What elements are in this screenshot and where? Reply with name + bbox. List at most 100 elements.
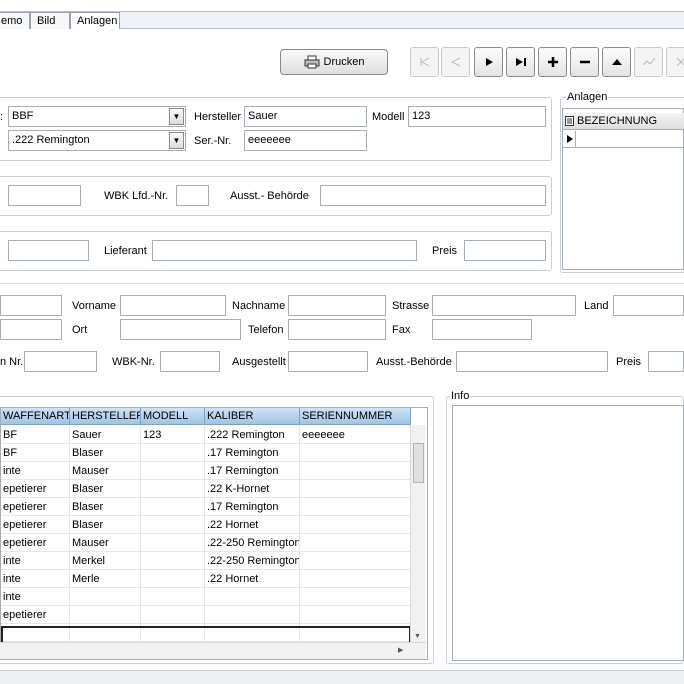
table-cell[interactable]: BF xyxy=(1,426,70,444)
table-cell[interactable] xyxy=(141,444,205,462)
col-header-weapon-type[interactable]: WAFFENART xyxy=(1,408,70,425)
table-cell[interactable]: inte xyxy=(1,462,70,480)
table-cell[interactable] xyxy=(300,480,411,498)
table-cell[interactable]: 123 xyxy=(141,426,205,444)
table-cell[interactable]: Mauser xyxy=(70,462,141,480)
table-row[interactable]: epetierer Mauser .22-250 Remington xyxy=(1,534,411,552)
weapons-grid[interactable]: WAFFENART HERSTELLER MODELL KALIBER SERI… xyxy=(0,407,428,660)
wbk-number-field[interactable] xyxy=(8,185,81,206)
license-nr-field[interactable] xyxy=(24,351,97,372)
wbk-lfd-field[interactable] xyxy=(176,185,209,206)
table-cell[interactable]: .17 Remington xyxy=(205,444,300,462)
table-cell[interactable] xyxy=(141,516,205,534)
col-header-serial[interactable]: SERIENNUMMER xyxy=(300,408,411,425)
table-cell[interactable] xyxy=(70,588,141,606)
table-cell[interactable]: Merle xyxy=(70,570,141,588)
price-field[interactable] xyxy=(464,240,546,261)
table-cell[interactable]: epetierer xyxy=(1,606,70,624)
table-cell[interactable]: .17 Remington xyxy=(205,462,300,480)
table-cell[interactable] xyxy=(141,498,205,516)
delete-record-button[interactable] xyxy=(570,47,599,77)
table-cell[interactable] xyxy=(141,480,205,498)
table-cell[interactable] xyxy=(300,606,411,624)
cancel-record-button[interactable] xyxy=(666,47,684,77)
table-cell[interactable] xyxy=(141,462,205,480)
table-cell[interactable] xyxy=(141,534,205,552)
city-field[interactable] xyxy=(120,319,241,340)
manufacturer-field[interactable]: Sauer xyxy=(244,106,367,127)
table-cell[interactable]: epetierer xyxy=(1,480,70,498)
scroll-right-icon[interactable]: ▶ xyxy=(398,646,403,654)
authority-field[interactable] xyxy=(320,185,546,206)
table-cell[interactable] xyxy=(205,588,300,606)
table-cell[interactable]: Sauer xyxy=(70,426,141,444)
table-cell[interactable]: .22 K-Hornet xyxy=(205,480,300,498)
first-name-field[interactable] xyxy=(120,295,226,316)
table-cell[interactable] xyxy=(300,444,411,462)
table-cell[interactable] xyxy=(300,516,411,534)
table-row[interactable]: inte Mauser .17 Remington xyxy=(1,462,411,480)
tab-anlagen[interactable]: Anlagen xyxy=(70,12,120,29)
table-row[interactable]: epetierer xyxy=(1,606,411,624)
table-cell[interactable]: .222 Remington xyxy=(205,426,300,444)
table-cell[interactable]: Blaser xyxy=(70,498,141,516)
table-cell[interactable] xyxy=(141,606,205,624)
next-record-button[interactable] xyxy=(474,47,503,77)
model-field[interactable]: 123 xyxy=(408,106,546,127)
table-cell[interactable]: inte xyxy=(1,588,70,606)
last-record-button[interactable] xyxy=(506,47,535,77)
table-row[interactable]: epetierer Blaser .17 Remington xyxy=(1,498,411,516)
caliber-combo[interactable]: .222 Remington ▼ xyxy=(8,130,186,151)
table-cell[interactable]: inte xyxy=(1,570,70,588)
table-cell[interactable] xyxy=(141,570,205,588)
table-cell[interactable]: Mauser xyxy=(70,534,141,552)
table-row[interactable]: BF Blaser .17 Remington xyxy=(1,444,411,462)
table-cell[interactable] xyxy=(300,588,411,606)
table-cell[interactable]: eeeeeee xyxy=(300,426,411,444)
anlagen-row[interactable] xyxy=(563,131,684,148)
table-cell[interactable] xyxy=(141,588,205,606)
scroll-thumb[interactable] xyxy=(413,443,424,483)
grid-vertical-scrollbar[interactable]: ▼ xyxy=(410,425,426,643)
col-header-caliber[interactable]: KALIBER xyxy=(205,408,300,425)
dropdown-icon[interactable]: ▼ xyxy=(169,132,184,149)
table-cell[interactable] xyxy=(141,552,205,570)
post-record-button[interactable] xyxy=(634,47,663,77)
table-cell[interactable]: Blaser xyxy=(70,444,141,462)
scroll-down-icon[interactable]: ▼ xyxy=(414,633,421,640)
issued-field[interactable] xyxy=(288,351,368,372)
table-cell[interactable] xyxy=(300,498,411,516)
table-cell[interactable] xyxy=(300,534,411,552)
table-cell[interactable]: .17 Remington xyxy=(205,498,300,516)
table-row[interactable]: epetierer Blaser .22 K-Hornet xyxy=(1,480,411,498)
first-record-button[interactable] xyxy=(410,47,439,77)
table-cell[interactable]: Merkel xyxy=(70,552,141,570)
table-cell[interactable]: inte xyxy=(1,552,70,570)
table-cell[interactable] xyxy=(300,462,411,480)
tab-bild[interactable]: Bild xyxy=(30,12,70,29)
phone-field[interactable] xyxy=(288,319,386,340)
table-cell[interactable]: Blaser xyxy=(70,516,141,534)
col-header-manufacturer[interactable]: HERSTELLER xyxy=(70,408,141,425)
info-memo[interactable] xyxy=(452,405,684,661)
insert-record-button[interactable] xyxy=(538,47,567,77)
table-cell[interactable]: epetierer xyxy=(1,516,70,534)
table-cell[interactable] xyxy=(70,606,141,624)
print-button[interactable]: Drucken xyxy=(280,49,388,75)
table-row[interactable]: BF Sauer 123.222 Remington eeeeeee xyxy=(1,426,411,444)
table-cell[interactable] xyxy=(205,606,300,624)
fax-field[interactable] xyxy=(432,319,532,340)
zip-field[interactable] xyxy=(0,319,62,340)
person-nr-field[interactable] xyxy=(0,295,62,316)
last-name-field[interactable] xyxy=(288,295,386,316)
dropdown-icon[interactable]: ▼ xyxy=(169,108,184,125)
table-cell[interactable] xyxy=(300,552,411,570)
table-cell[interactable]: BF xyxy=(1,444,70,462)
weapon-type-combo[interactable]: BBF ▼ xyxy=(8,106,186,127)
table-cell[interactable]: Blaser xyxy=(70,480,141,498)
table-cell[interactable] xyxy=(300,570,411,588)
table-cell[interactable]: .22 Hornet xyxy=(205,516,300,534)
supplier-field[interactable] xyxy=(152,240,417,261)
table-row[interactable]: epetierer Blaser .22 Hornet xyxy=(1,516,411,534)
person-price-field[interactable] xyxy=(648,351,684,372)
